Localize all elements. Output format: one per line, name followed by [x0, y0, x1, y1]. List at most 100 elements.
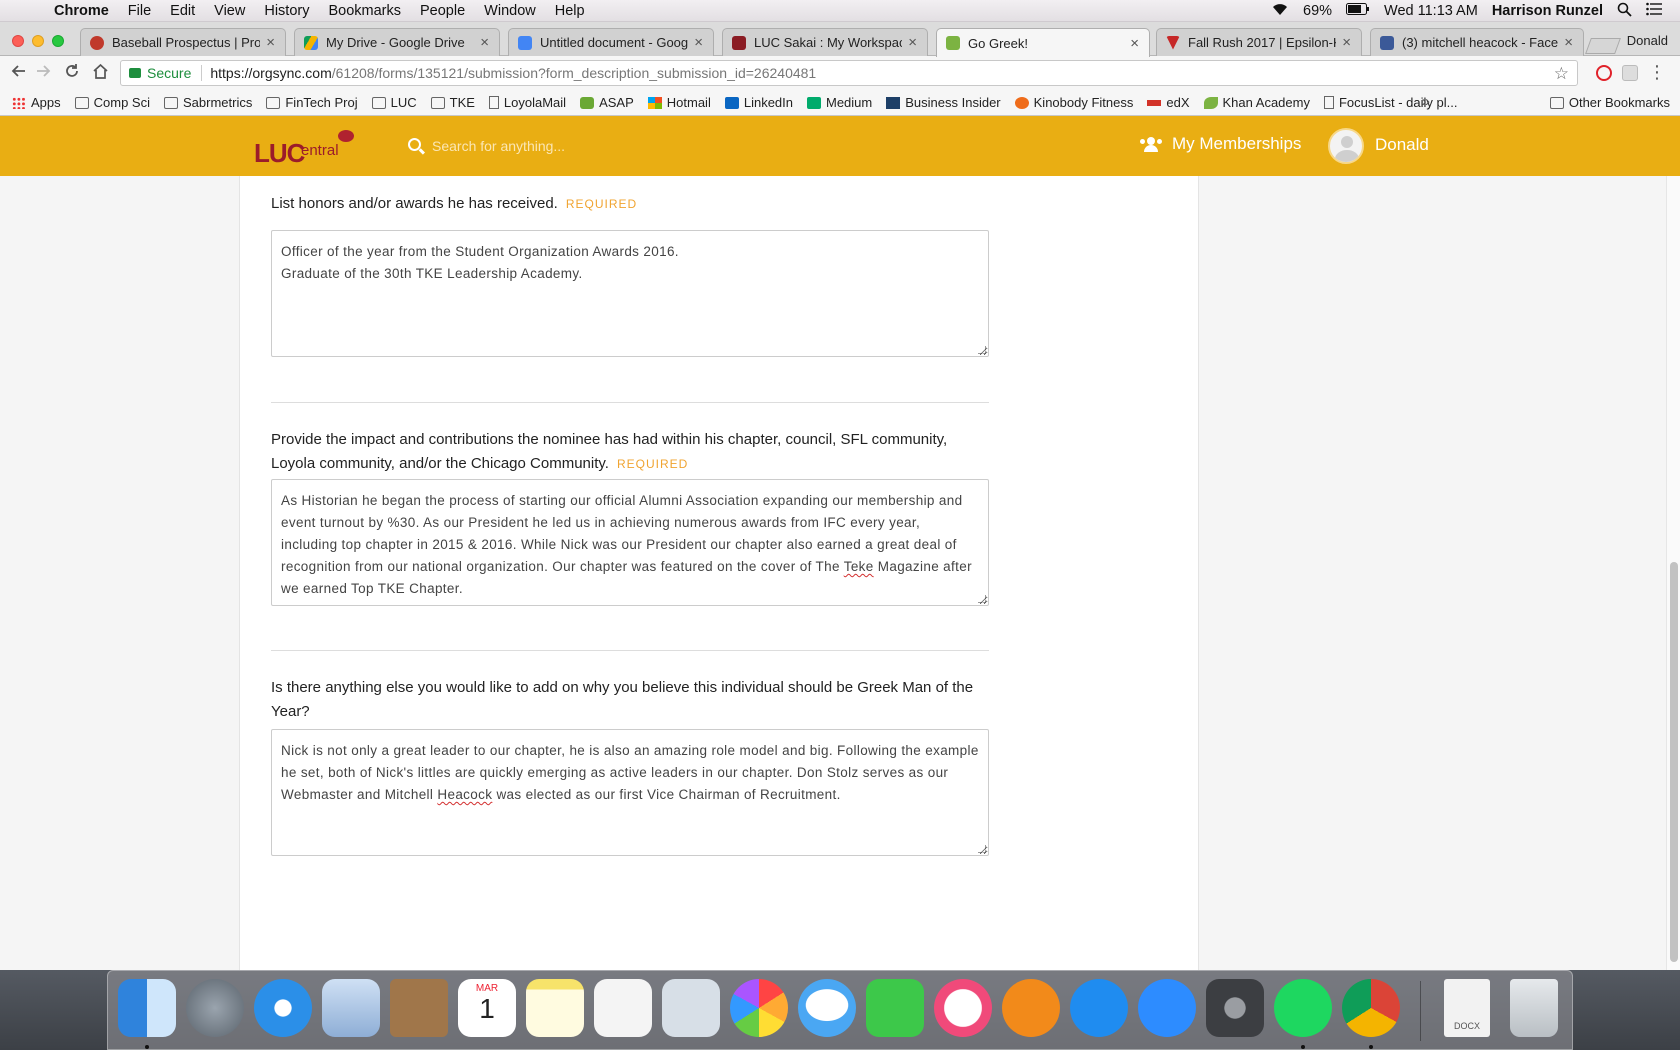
answer-additional-textarea[interactable]: Nick is not only a great leader to our c… — [271, 729, 989, 856]
answer-impact-textarea[interactable]: As Historian he began the process of sta… — [271, 479, 989, 606]
mail-icon[interactable] — [322, 979, 380, 1037]
bookmark-loyolamail[interactable]: LoyolaMail — [488, 95, 566, 110]
bookmark-linkedin[interactable]: LinkedIn — [724, 95, 793, 110]
system-preferences-icon[interactable] — [1206, 979, 1264, 1037]
user-menu-name[interactable]: Donald — [1375, 135, 1429, 155]
messages-icon[interactable] — [798, 979, 856, 1037]
chrome-menu-icon[interactable]: ⋮ — [1648, 62, 1666, 83]
my-memberships-link[interactable]: My Memberships — [1140, 134, 1301, 154]
preview-icon[interactable] — [662, 979, 720, 1037]
bookmark-focuslist[interactable]: FocusList - daily pl... — [1323, 95, 1457, 110]
forward-arrow-icon[interactable] — [36, 63, 52, 84]
edx-icon — [1147, 99, 1162, 106]
tab-google-drive[interactable]: My Drive - Google Drive × — [294, 28, 500, 56]
bookmark-sabrmetrics[interactable]: Sabrmetrics — [164, 95, 252, 110]
safari-icon[interactable] — [254, 979, 312, 1037]
close-tab-icon[interactable]: × — [908, 34, 917, 51]
url-text[interactable]: https://orgsync.com/61208/forms/135121/s… — [210, 65, 816, 81]
reload-icon[interactable] — [64, 63, 80, 84]
notification-center-icon[interactable] — [1646, 2, 1662, 20]
other-bookmarks[interactable]: Other Bookmarks — [1549, 95, 1670, 110]
spotify-icon[interactable] — [1274, 979, 1332, 1037]
tab-luc-sakai[interactable]: LUC Sakai : My Workspace × — [722, 28, 928, 56]
bookmark-luc[interactable]: LUC — [371, 95, 417, 110]
app-store-icon[interactable] — [1070, 979, 1128, 1037]
new-tab-button[interactable] — [1585, 38, 1621, 54]
menu-people[interactable]: People — [420, 3, 465, 19]
menu-history[interactable]: History — [264, 3, 309, 19]
home-icon[interactable] — [92, 63, 109, 84]
bookmark-business-insider[interactable]: Business Insider — [886, 95, 1001, 110]
avatar[interactable] — [1328, 128, 1364, 164]
bookmark-tke[interactable]: TKE — [430, 95, 475, 110]
menu-window[interactable]: Window — [484, 3, 536, 19]
battery-icon[interactable] — [1346, 3, 1370, 19]
menu-app-chrome[interactable]: Chrome — [54, 3, 109, 19]
reminders-icon[interactable] — [594, 979, 652, 1037]
tab-facebook[interactable]: (3) mitchell heacock - Faceb × — [1370, 28, 1584, 56]
tab-go-greek[interactable]: Go Greek! × — [936, 28, 1150, 57]
close-tab-icon[interactable]: × — [1130, 35, 1139, 52]
close-tab-icon[interactable]: × — [694, 34, 703, 51]
tab-baseball-prospectus[interactable]: Baseball Prospectus | Prosp × — [80, 28, 286, 56]
close-tab-icon[interactable]: × — [1342, 34, 1351, 51]
zoom-icon[interactable] — [1138, 979, 1196, 1037]
menu-help[interactable]: Help — [555, 3, 585, 19]
minimize-window-button[interactable] — [32, 35, 44, 47]
tab-fall-rush[interactable]: Fall Rush 2017 | Epsilon-Ka × — [1156, 28, 1362, 56]
trash-icon[interactable] — [1510, 979, 1558, 1037]
answer-honors-textarea[interactable]: Officer of the year from the Student Org… — [271, 230, 989, 357]
extension-icon[interactable] — [1622, 65, 1638, 81]
close-tab-icon[interactable]: × — [480, 34, 489, 51]
bookmark-asap[interactable]: ASAP — [580, 95, 634, 110]
menubar-clock[interactable]: Wed 11:13 AM — [1384, 3, 1478, 19]
launchpad-icon[interactable] — [186, 979, 244, 1037]
close-window-button[interactable] — [12, 35, 24, 47]
itunes-icon[interactable] — [934, 979, 992, 1037]
site-search-input[interactable] — [432, 134, 732, 158]
bookmark-comp-sci[interactable]: Comp Sci — [74, 95, 150, 110]
photos-icon[interactable] — [730, 979, 788, 1037]
bookmark-khan-academy[interactable]: Khan Academy — [1203, 95, 1310, 110]
scrollbar-thumb[interactable] — [1670, 562, 1678, 962]
bookmarks-overflow-icon[interactable]: » — [1422, 93, 1430, 110]
menu-view[interactable]: View — [214, 3, 245, 19]
menu-edit[interactable]: Edit — [170, 3, 195, 19]
close-tab-icon[interactable]: × — [1564, 34, 1573, 51]
ibooks-icon[interactable] — [1002, 979, 1060, 1037]
question-text: Is there anything else you would like to… — [271, 679, 974, 720]
kinobody-icon — [1014, 96, 1029, 109]
bookmark-hotmail[interactable]: Hotmail — [647, 95, 711, 110]
zoom-window-button[interactable] — [52, 35, 64, 47]
chrome-icon[interactable] — [1342, 979, 1400, 1037]
search-icon[interactable] — [408, 138, 421, 151]
notes-icon[interactable] — [526, 979, 584, 1037]
tab-google-doc[interactable]: Untitled document - Google × — [508, 28, 714, 56]
bookmark-medium[interactable]: Medium — [807, 95, 872, 110]
opera-extension-icon[interactable] — [1596, 65, 1612, 81]
bookmark-apps[interactable]: Apps — [12, 95, 61, 110]
menu-bookmarks[interactable]: Bookmarks — [328, 3, 401, 19]
facetime-icon[interactable] — [866, 979, 924, 1037]
battery-percent[interactable]: 69% — [1303, 3, 1332, 19]
contacts-icon[interactable] — [390, 979, 448, 1037]
luc-central-logo[interactable]: LUC entral — [254, 130, 364, 170]
wifi-icon[interactable] — [1271, 2, 1289, 20]
back-arrow-icon[interactable] — [10, 63, 26, 84]
khan-academy-icon — [1203, 96, 1218, 109]
page-scrollbar[interactable] — [1666, 176, 1680, 970]
calendar-icon[interactable]: MAR 1 — [458, 979, 516, 1037]
bookmark-edx[interactable]: edX — [1147, 95, 1190, 110]
bookmark-kinobody[interactable]: Kinobody Fitness — [1014, 95, 1133, 110]
finder-icon[interactable] — [118, 979, 176, 1037]
bookmark-fintech[interactable]: FinTech Proj — [266, 95, 358, 110]
docx-document-icon[interactable]: DOCX — [1444, 979, 1490, 1037]
menu-file[interactable]: File — [128, 3, 151, 19]
spotlight-icon[interactable] — [1617, 2, 1632, 21]
question-text: Provide the impact and contributions the… — [271, 431, 948, 472]
address-bar[interactable]: Secure https://orgsync.com/61208/forms/1… — [120, 60, 1578, 86]
menubar-user[interactable]: Harrison Runzel — [1492, 3, 1603, 19]
close-tab-icon[interactable]: × — [266, 34, 275, 51]
chrome-profile-button[interactable]: Donald — [1627, 33, 1668, 48]
bookmark-star-icon[interactable]: ☆ — [1554, 64, 1569, 84]
